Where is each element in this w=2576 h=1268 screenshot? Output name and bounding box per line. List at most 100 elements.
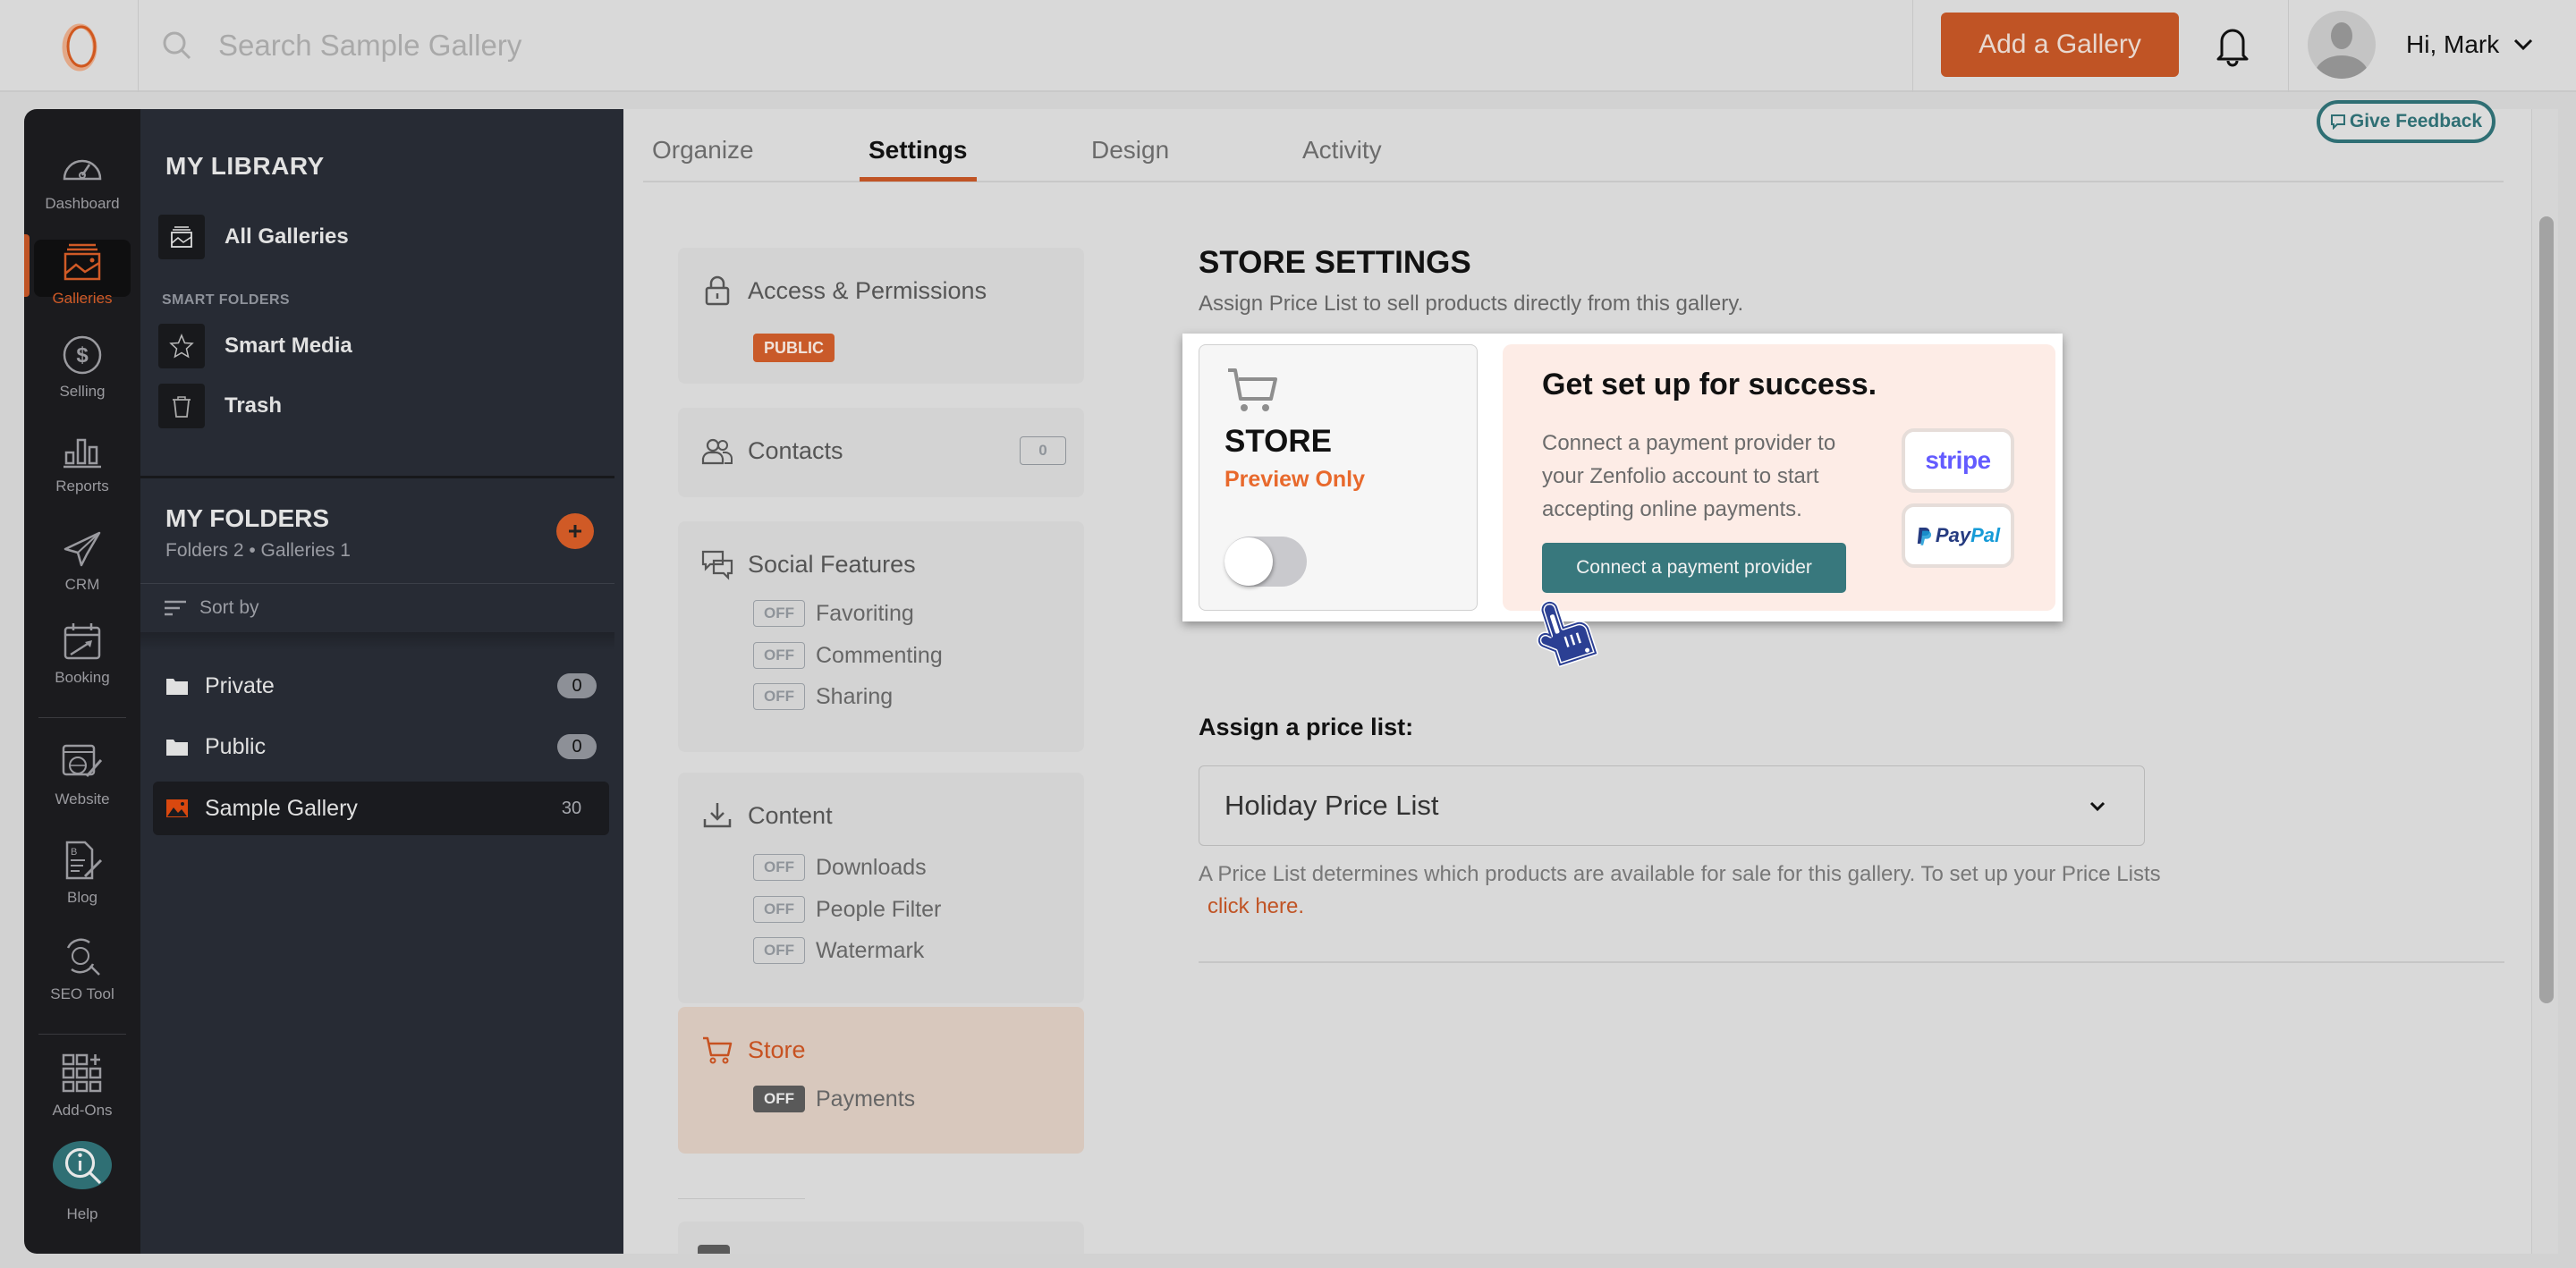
contacts-count-badge: 0 bbox=[1020, 436, 1066, 465]
paper-plane-icon bbox=[64, 531, 101, 567]
add-ons-grid-icon bbox=[62, 1053, 102, 1093]
trash-item[interactable]: Trash bbox=[158, 384, 282, 428]
store-toggle[interactable] bbox=[1224, 537, 1307, 587]
cart-icon bbox=[703, 1036, 733, 1064]
library-divider bbox=[140, 476, 614, 478]
calendar-icon bbox=[64, 623, 101, 660]
status-badge: OFF bbox=[753, 896, 805, 923]
svg-text:$: $ bbox=[76, 343, 89, 368]
tab-settings[interactable]: Settings bbox=[869, 136, 967, 165]
settings-menu-contacts[interactable]: Contacts 0 bbox=[678, 408, 1084, 497]
gallery-item-sample-gallery[interactable]: Sample Gallery 30 bbox=[153, 782, 609, 835]
menu-divider bbox=[678, 1198, 805, 1199]
library-panel: MY LIBRARY All Galleries SMART FOLDERS S… bbox=[140, 109, 623, 1254]
cart-icon bbox=[1228, 368, 1277, 411]
status-badge: OFF bbox=[753, 854, 805, 881]
folder-icon bbox=[166, 740, 188, 756]
rail-item-reports[interactable]: Reports bbox=[24, 427, 140, 495]
section-divider bbox=[1199, 961, 2504, 963]
store-payments: OFF Payments bbox=[753, 1086, 915, 1112]
rail-item-add-ons[interactable]: Add-Ons bbox=[24, 1052, 140, 1120]
sort-icon bbox=[165, 600, 186, 615]
social-features-label: Social Features bbox=[748, 550, 916, 578]
plus-icon bbox=[569, 525, 581, 537]
folder-item-public[interactable]: Public 0 bbox=[153, 720, 609, 773]
social-sharing: OFF Sharing bbox=[753, 683, 893, 710]
gallery-tabs: Organize Settings Design Activity bbox=[643, 125, 2504, 182]
settings-menu-store[interactable]: Store OFF Payments bbox=[678, 1007, 1084, 1154]
sort-by-button[interactable]: Sort by bbox=[140, 583, 614, 631]
settings-menu-next[interactable] bbox=[678, 1222, 1084, 1254]
price-list-setup-link[interactable]: click here. bbox=[1208, 894, 1304, 918]
search-bar bbox=[161, 23, 1560, 68]
status-badge: OFF bbox=[753, 642, 805, 669]
star-icon bbox=[169, 334, 194, 359]
seo-icon bbox=[66, 938, 100, 976]
scrollbar[interactable] bbox=[2531, 109, 2558, 1254]
paypal-p-icon bbox=[1917, 528, 1932, 545]
stripe-logo[interactable]: stripe bbox=[1902, 428, 2014, 493]
rail-item-blog[interactable]: B Blog bbox=[24, 839, 140, 907]
settings-menu-social[interactable]: Social Features OFF Favoriting OFF Comment… bbox=[678, 521, 1084, 752]
all-galleries-item[interactable]: All Galleries bbox=[158, 215, 349, 259]
rail-item-website[interactable]: Website bbox=[24, 740, 140, 808]
store-label: STORE bbox=[1224, 424, 1332, 459]
rail-item-help[interactable]: Help bbox=[24, 1141, 140, 1223]
chat-bubbles-icon bbox=[701, 550, 733, 580]
help-icon bbox=[53, 1141, 112, 1189]
rail-item-galleries[interactable]: Galleries bbox=[24, 240, 140, 308]
trash-icon bbox=[173, 396, 191, 418]
payment-promo-card: Get set up for success. Connect a paymen… bbox=[1503, 344, 2055, 611]
svg-text:B: B bbox=[71, 847, 77, 858]
paypal-logo[interactable]: Pay Pal bbox=[1902, 503, 2014, 568]
hand-pointer-cursor-icon bbox=[1537, 600, 1598, 667]
dollar-icon: $ bbox=[63, 335, 102, 375]
tab-organize[interactable]: Organize bbox=[652, 136, 754, 165]
rail-item-crm[interactable]: CRM bbox=[24, 526, 140, 594]
top-header: Add a Gallery Hi, Mark bbox=[0, 0, 2576, 92]
settings-menu-access[interactable]: Access & Permissions PUBLIC bbox=[678, 248, 1084, 384]
folder-item-private[interactable]: Private 0 bbox=[153, 659, 609, 713]
price-list-select[interactable]: Holiday Price List bbox=[1199, 765, 2145, 846]
download-icon bbox=[703, 803, 732, 828]
my-folders-title: MY FOLDERS bbox=[165, 504, 330, 532]
notifications-bell-icon[interactable] bbox=[2211, 21, 2254, 68]
header-divider bbox=[1912, 0, 1913, 92]
user-silhouette-icon bbox=[2315, 22, 2368, 79]
blog-icon: B bbox=[65, 841, 103, 880]
assign-price-list-label: Assign a price list: bbox=[1199, 714, 1414, 740]
price-list-value: Holiday Price List bbox=[1224, 790, 1439, 821]
rail-divider bbox=[38, 1034, 126, 1035]
zenfolio-logo-icon[interactable] bbox=[52, 20, 107, 75]
tab-activity[interactable]: Activity bbox=[1302, 136, 1382, 165]
scrollbar-thumb[interactable] bbox=[2539, 216, 2554, 1003]
bar-chart-icon bbox=[64, 438, 101, 469]
promo-text: Connect a payment provider to your Zenfo… bbox=[1542, 431, 1836, 521]
smart-folders-label: SMART FOLDERS bbox=[162, 292, 290, 308]
avatar[interactable] bbox=[2308, 11, 2376, 79]
toggle-knob bbox=[1224, 537, 1273, 586]
user-menu[interactable]: Hi, Mark bbox=[2406, 27, 2533, 63]
content-watermark: OFF Watermark bbox=[753, 937, 924, 964]
add-folder-button[interactable] bbox=[556, 513, 594, 549]
add-gallery-button[interactable]: Add a Gallery bbox=[1941, 13, 2179, 77]
rail-item-booking[interactable]: Booking bbox=[24, 619, 140, 687]
rail-item-dashboard[interactable]: Dashboard bbox=[24, 145, 140, 213]
content-people-filter: OFF People Filter bbox=[753, 896, 941, 923]
store-label: Store bbox=[748, 1036, 806, 1063]
price-list-help: A Price List determines which products a… bbox=[1199, 862, 2161, 918]
smart-media-item[interactable]: Smart Media bbox=[158, 324, 352, 368]
search-input[interactable] bbox=[218, 29, 1560, 63]
my-library-title: MY LIBRARY bbox=[165, 152, 325, 180]
settings-menu-content[interactable]: Content OFF Downloads OFF People Filter OF… bbox=[678, 773, 1084, 1003]
social-commenting: OFF Commenting bbox=[753, 642, 943, 669]
tab-design[interactable]: Design bbox=[1091, 136, 1169, 165]
contacts-label: Contacts bbox=[748, 436, 843, 464]
search-icon bbox=[163, 31, 191, 60]
rail-item-selling[interactable]: $ Selling bbox=[24, 333, 140, 401]
lock-icon bbox=[705, 275, 730, 306]
rail-item-seo-tool[interactable]: SEO Tool bbox=[24, 935, 140, 1003]
connect-payment-provider-button[interactable]: Connect a payment provider bbox=[1542, 543, 1846, 593]
status-badge: OFF bbox=[753, 1086, 805, 1112]
chevron-down-icon bbox=[2514, 38, 2533, 51]
